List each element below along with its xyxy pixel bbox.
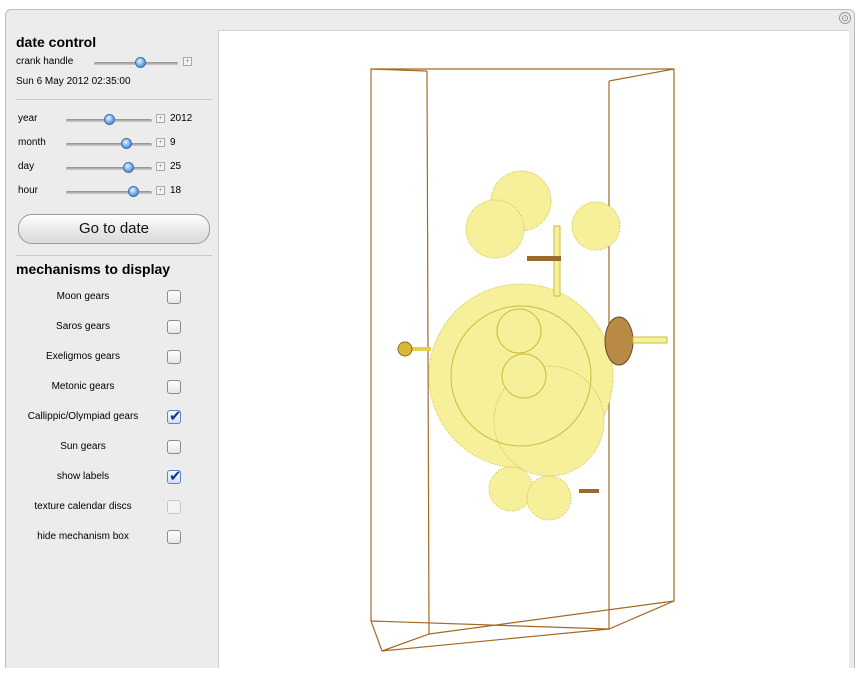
checkmark-icon: ✔ — [169, 408, 182, 425]
slider-value: 18 — [170, 185, 182, 196]
mechanism-checkbox[interactable]: ✔ — [167, 408, 182, 425]
hour-slider-knob[interactable] — [128, 186, 140, 197]
gear-train — [397, 170, 668, 521]
slider-label: day — [18, 161, 35, 172]
mechanism-3d-view[interactable] — [218, 30, 849, 668]
slider-value: 25 — [170, 161, 182, 172]
mechanism-checkbox[interactable] — [167, 440, 181, 454]
slider-label: hour — [18, 185, 39, 196]
mechanism-label: hide mechanism box — [37, 531, 129, 542]
mechanism-label: texture calendar discs — [34, 501, 132, 512]
year-slider-knob[interactable] — [104, 114, 115, 125]
month-slider[interactable] — [66, 143, 152, 146]
mechanism-checkbox[interactable] — [167, 380, 181, 394]
control-panel: date control crank handle + Sun 6 May 20… — [8, 30, 214, 667]
mechanism-label: Sun gears — [60, 441, 106, 452]
mechanism-checkbox[interactable] — [167, 290, 181, 304]
mechanisms-heading: mechanisms to display — [16, 261, 171, 277]
mechanism-checkbox[interactable]: ✔ — [167, 468, 182, 485]
mechanism-checkbox[interactable] — [167, 320, 181, 334]
checkmark-icon: ✔ — [169, 468, 182, 485]
mechanism-label: Exeligmos gears — [46, 351, 120, 362]
date-control-heading: date control — [16, 34, 97, 50]
mechanism-checkbox — [167, 500, 181, 514]
mechanism-label: Moon gears — [56, 291, 110, 302]
go-to-date-button[interactable]: Go to date — [18, 214, 210, 244]
mechanism-render — [370, 68, 675, 652]
crank-handle-knob[interactable] — [135, 57, 147, 68]
divider — [16, 99, 212, 100]
mechanism-checkbox[interactable] — [167, 350, 181, 364]
slider-value: 2012 — [170, 113, 193, 124]
month-expand-icon[interactable]: + — [156, 138, 165, 147]
day-slider[interactable] — [66, 167, 152, 170]
slider-label: year — [18, 113, 38, 124]
hour-expand-icon[interactable]: + — [156, 186, 165, 195]
month-slider-knob[interactable] — [121, 138, 133, 149]
mechanism-label: Metonic gears — [51, 381, 115, 392]
expand-icon[interactable]: ⊙ — [839, 12, 851, 24]
year-expand-icon[interactable]: + — [156, 114, 165, 123]
day-expand-icon[interactable]: + — [156, 162, 165, 171]
mechanism-label: show labels — [56, 471, 110, 482]
mechanism-checkbox[interactable] — [167, 530, 181, 544]
slider-label: month — [18, 137, 46, 148]
mechanism-label: Saros gears — [56, 321, 110, 332]
divider — [16, 255, 212, 256]
day-slider-knob[interactable] — [122, 162, 134, 173]
crank-handle-label: crank handle — [16, 56, 74, 67]
crank-expand-icon[interactable]: + — [183, 57, 192, 66]
slider-value: 9 — [170, 137, 176, 148]
mechanism-label: Callippic/Olympiad gears — [27, 411, 139, 422]
current-date: Sun 6 May 2012 02:35:00 — [16, 76, 131, 87]
hour-slider[interactable] — [66, 191, 152, 194]
